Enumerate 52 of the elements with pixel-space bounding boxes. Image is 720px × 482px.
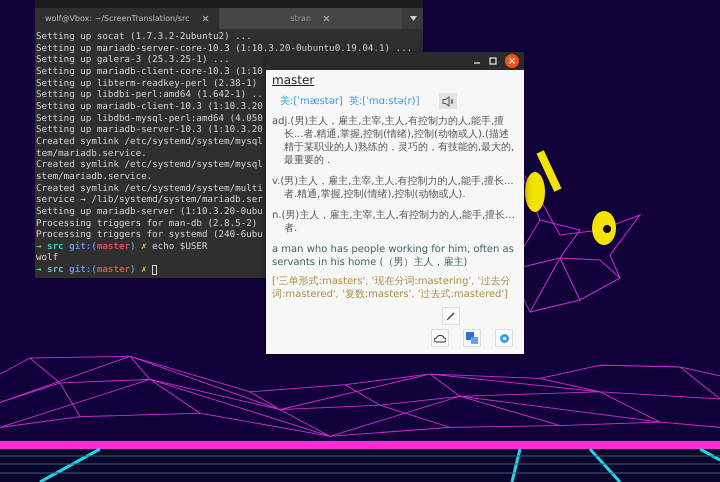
close-icon[interactable] [202, 15, 208, 22]
terminal-line: tem/mariadb.service. [36, 148, 147, 160]
prompt-arrow: → [36, 240, 42, 252]
phonetic: 英:[ˈmɑːstə(r)] [348, 94, 420, 108]
terminal-line: Setting up socat (1.7.3.2-2ubuntu2) ... [36, 31, 252, 43]
prompt-directory: src [47, 264, 64, 276]
dirty-mark: ✗ [141, 240, 147, 252]
definition: n.(男)主人，雇主,主宰,主人,有控制力的人,能手,擅长...者. [272, 209, 516, 235]
tab-title: stran [290, 14, 312, 23]
tab-title: wolf@Vbox: ~/ScreenTranslation/src [44, 14, 190, 23]
terminal-line: Setting up galera-3 (25.3.25-1) ... [36, 54, 230, 66]
terminal-line: Setting up mariadb-server-core-10.3 (1:10.3.20-0ubuntu0.19.04.1) ... [36, 42, 412, 54]
command-text: echo $USER [152, 240, 208, 252]
terminal-line: Setting up libterm-readkey-perl (2.38-1) [36, 78, 258, 90]
terminal-line: Setting up mariadb-client-core-10.3 (1:10 [36, 66, 263, 78]
definition: v.(男)主人，雇主,主宰,主人,有控制力的人,能手,擅长...者.精通,掌握,控制(情绪),控制(动物或人). [272, 175, 515, 201]
terminal-line: Setting up libdbi-perl:amd64 (1.642-1) .. [36, 89, 263, 101]
maximize-icon[interactable] [489, 57, 497, 65]
dirty-mark: ✗ [141, 264, 147, 276]
english-definition: a man who has people working for him, often as servants in his home (（男）主人，雇主) [272, 243, 515, 269]
speaker-button[interactable] [439, 93, 458, 109]
terminal-line: Setting up libdbd-mysql-perl:amd64 (4.050 [36, 112, 263, 124]
word-forms: ['三单形式:masters', '现在分词:mastering', '过去分词:mastered', '复数:masters', '过去式:mastered'] [272, 275, 512, 301]
translate-icon [466, 332, 478, 344]
terminal-line: Created symlink /etc/systemd/system/mysql [36, 159, 263, 171]
git-branch: git:(master) [69, 240, 136, 252]
cloud-button[interactable] [431, 329, 449, 347]
terminal-line: Setting up mariadb-client-10.3 (1:10.3.20 [36, 100, 263, 113]
terminal-line: Processing triggers for systemd (240-6ubu [36, 229, 263, 241]
phonetic: 美:[ˈmæstər] [280, 94, 343, 108]
cloud-icon [434, 334, 446, 342]
terminal-line: stem/mariadb.service. [36, 170, 152, 183]
terminal-line: Created symlink /etc/systemd/system/mysql [36, 136, 263, 148]
terminal-line: wolf [36, 252, 58, 264]
terminal-line: Created symlink /etc/systemd/system/multi [36, 182, 263, 194]
terminal-line: Setting up mariadb-server-10.3 (1:10.3.20 [36, 124, 263, 136]
definition: adj.(男)主人，雇主,主宰,主人,有控制力的人,能手,擅长...者.精通,掌握,控制(情绪),控制(动物或人).(描述精于某职业的人)熟练的，灵巧的，有技能的,最大的,最重要的 . [272, 115, 516, 167]
git-branch: git:(master) [69, 264, 136, 276]
terminal-line: service → /lib/systemd/system/mariadb.ser [36, 194, 263, 206]
speaker-icon [442, 96, 454, 106]
headword: master [272, 74, 314, 89]
terminal-line: Setting up mariadb-server (1:10.3.20-0ubu [36, 206, 263, 218]
pencil-icon [446, 311, 456, 321]
close-icon[interactable] [505, 54, 519, 68]
prompt-arrow: → [36, 264, 42, 276]
edit-button[interactable] [442, 307, 460, 325]
translate-button[interactable] [463, 329, 481, 347]
settings-button[interactable] [495, 329, 513, 347]
terminal-tab[interactable]: wolf@Vbox: ~/ScreenTranslation/src [35, 8, 218, 29]
dropdown-icon[interactable] [410, 16, 417, 21]
prompt-directory: src [47, 240, 64, 252]
terminal-line: Processing triggers for man-db (2.8.5-2) [36, 218, 258, 230]
